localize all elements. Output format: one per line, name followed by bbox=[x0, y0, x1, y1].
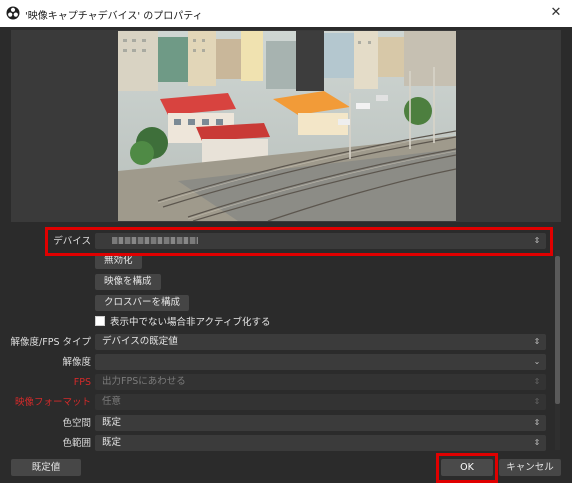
resolution-row: 解像度 ⌄ bbox=[0, 354, 550, 371]
close-icon[interactable]: ✕ bbox=[544, 3, 568, 23]
updown-arrows-icon: ⇕ bbox=[533, 418, 541, 427]
video-format-select[interactable]: 任意 ⇕ bbox=[95, 394, 546, 410]
scrollbar-thumb[interactable] bbox=[555, 256, 560, 404]
fps-row: FPS 出力FPSにあわせる ⇕ bbox=[0, 374, 550, 391]
device-select[interactable]: ⇕ bbox=[95, 233, 546, 249]
resolution-combobox[interactable]: ⌄ bbox=[95, 354, 546, 370]
resolution-fps-type-select[interactable]: デバイスの既定値 ⇕ bbox=[95, 334, 546, 350]
ok-button[interactable]: OK bbox=[441, 459, 493, 476]
color-space-value: 既定 bbox=[102, 417, 122, 428]
deactivate-when-hidden-checkbox[interactable]: 表示中でない場合非アクティブ化する bbox=[95, 316, 270, 330]
resolution-label: 解像度 bbox=[62, 357, 91, 368]
deactivate-when-hidden-label: 表示中でない場合非アクティブ化する bbox=[110, 317, 271, 328]
deactivate-button[interactable]: 無効化 bbox=[95, 253, 142, 269]
color-space-select[interactable]: 既定 ⇕ bbox=[95, 415, 546, 431]
redacted-device-name bbox=[112, 237, 198, 244]
window-title: '映像キャプチャデバイス' のプロパティ bbox=[25, 11, 203, 22]
cancel-button[interactable]: キャンセル bbox=[499, 459, 561, 476]
obs-logo-icon bbox=[6, 6, 20, 20]
color-range-row: 色範囲 既定 ⇕ bbox=[0, 435, 550, 452]
color-space-row: 色空間 既定 ⇕ bbox=[0, 415, 550, 432]
fps-value: 出力FPSにあわせる bbox=[102, 376, 186, 387]
updown-arrows-icon: ⇕ bbox=[533, 438, 541, 447]
updown-arrows-icon: ⇕ bbox=[533, 337, 541, 346]
checkbox-icon[interactable] bbox=[95, 316, 105, 326]
chevron-down-icon: ⌄ bbox=[533, 357, 541, 366]
resolution-fps-type-row: 解像度/FPS タイプ デバイスの既定値 ⇕ bbox=[0, 334, 550, 351]
color-space-label: 色空間 bbox=[62, 418, 91, 429]
updown-arrows-icon: ⇕ bbox=[533, 397, 541, 406]
device-row: デバイス ⇕ bbox=[0, 233, 550, 250]
configure-video-button[interactable]: 映像を構成 bbox=[95, 274, 161, 290]
fps-label: FPS bbox=[73, 377, 91, 388]
fps-select[interactable]: 出力FPSにあわせる ⇕ bbox=[95, 374, 546, 390]
resolution-fps-type-label: 解像度/FPS タイプ bbox=[10, 337, 91, 348]
color-range-select[interactable]: 既定 ⇕ bbox=[95, 435, 546, 451]
properties-list: デバイス ⇕ 無効化 映像を構成 クロスバーを構成 表示中でない場合非アクティブ… bbox=[0, 224, 572, 454]
video-format-label: 映像フォーマット bbox=[14, 397, 91, 408]
camera-preview-image bbox=[118, 31, 456, 221]
configure-crossbar-button[interactable]: クロスバーを構成 bbox=[95, 295, 190, 311]
color-range-label: 色範囲 bbox=[62, 438, 91, 449]
updown-arrows-icon: ⇕ bbox=[533, 377, 541, 386]
defaults-button[interactable]: 既定値 bbox=[11, 459, 81, 476]
video-format-row: 映像フォーマット 任意 ⇕ bbox=[0, 394, 550, 411]
color-range-value: 既定 bbox=[102, 437, 122, 448]
device-label: デバイス bbox=[53, 236, 91, 247]
updown-arrows-icon: ⇕ bbox=[533, 236, 541, 245]
title-bar: '映像キャプチャデバイス' のプロパティ ✕ bbox=[0, 0, 572, 27]
video-format-value: 任意 bbox=[102, 396, 122, 407]
resolution-fps-type-value: デバイスの既定値 bbox=[102, 336, 178, 347]
